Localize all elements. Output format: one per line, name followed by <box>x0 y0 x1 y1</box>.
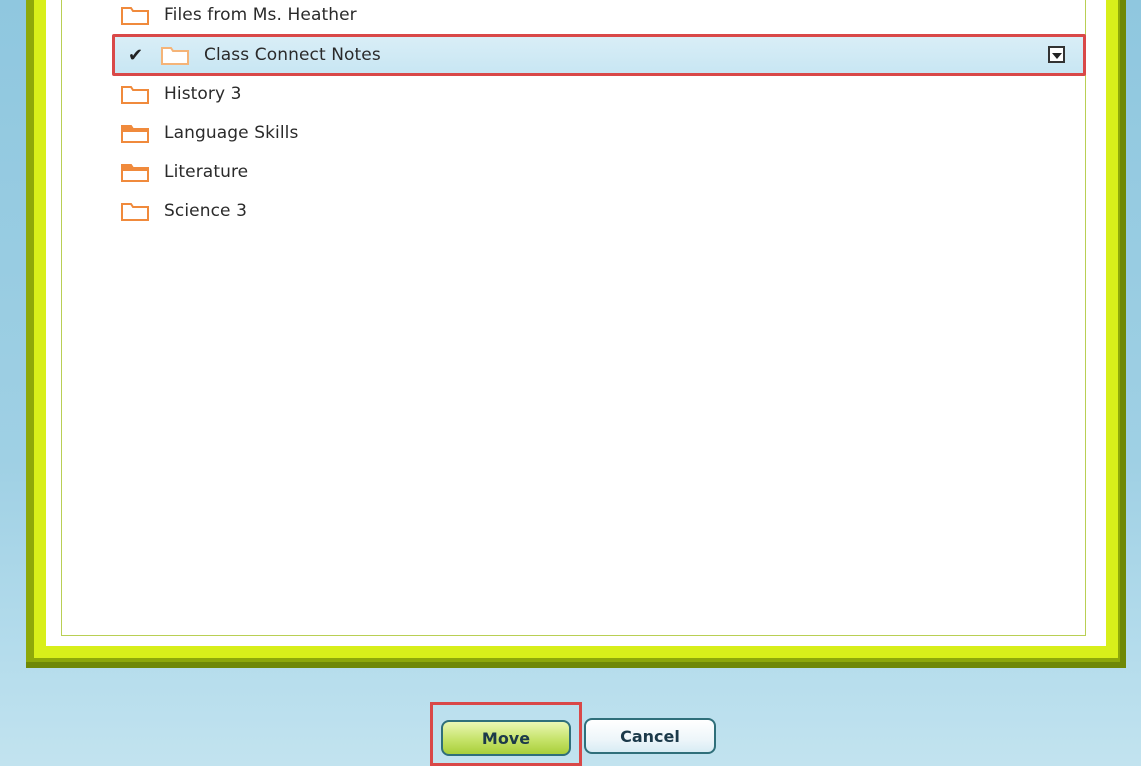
folder-outline-icon <box>120 4 150 26</box>
folder-outline-icon <box>120 200 150 222</box>
folder-outline-icon <box>120 83 150 105</box>
folder-item-language-skills[interactable]: Language Skills <box>120 114 298 152</box>
checkmark-icon: ✔ <box>128 44 144 66</box>
folder-label: Class Connect Notes <box>204 45 381 65</box>
move-button[interactable]: Move <box>441 720 571 756</box>
folder-outline-icon <box>160 44 190 66</box>
folder-filled-icon <box>120 122 150 144</box>
folder-item-history-3[interactable]: History 3 <box>120 75 242 113</box>
folder-label: Literature <box>164 162 249 182</box>
folder-item-literature[interactable]: Literature <box>120 153 248 191</box>
cancel-button[interactable]: Cancel <box>584 718 716 754</box>
folder-filled-icon <box>120 161 150 183</box>
row-menu-dropdown-button[interactable] <box>1048 46 1065 63</box>
folder-item-class-connect-notes[interactable]: ✔ Class Connect Notes <box>112 34 1086 76</box>
folder-label: History 3 <box>164 84 242 104</box>
folder-item-science-3[interactable]: Science 3 <box>120 192 247 230</box>
folder-item-files-from-ms-heather[interactable]: Files from Ms. Heather <box>120 0 357 34</box>
chevron-down-icon <box>1051 52 1062 59</box>
folder-label: Files from Ms. Heather <box>164 5 357 25</box>
folder-label: Language Skills <box>164 123 299 143</box>
folder-label: Science 3 <box>164 201 248 221</box>
